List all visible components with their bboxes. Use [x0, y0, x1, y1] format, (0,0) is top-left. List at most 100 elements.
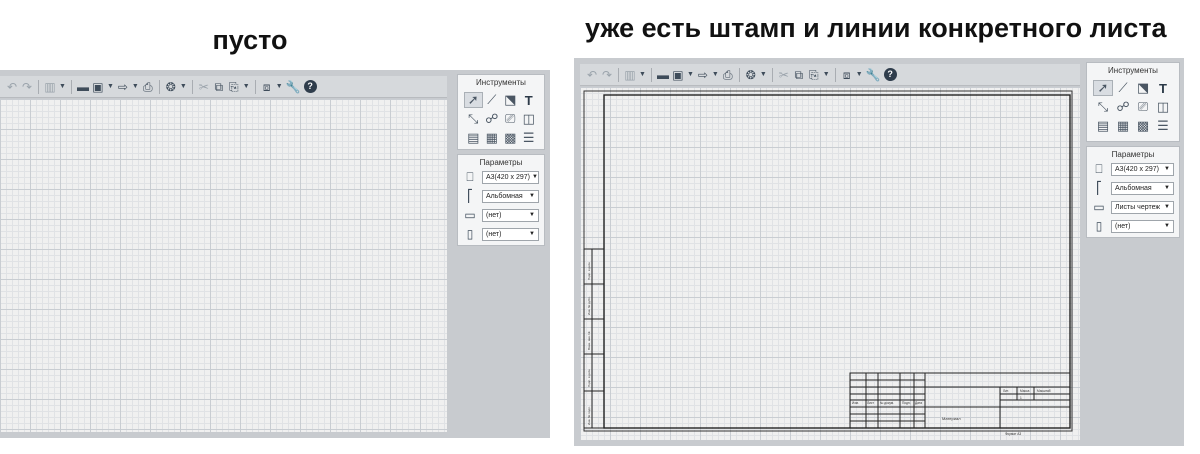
title-block-labels: Изм. Лист № докум. Подп. Дата Лит. Масса…	[852, 389, 1051, 436]
param-row: ▭ (нет) ▼	[463, 208, 539, 222]
export-icon[interactable]: ⇨	[697, 67, 709, 83]
chevron-down-icon[interactable]: ▼	[687, 67, 694, 83]
component-icon[interactable]: ⎚	[1133, 99, 1153, 115]
help-icon[interactable]: ?	[303, 80, 317, 93]
chevron-down-icon: ▼	[1164, 204, 1170, 210]
redo-icon[interactable]: ↷	[21, 79, 33, 95]
chevron-down-icon[interactable]: ▼	[823, 67, 830, 83]
component-icon[interactable]: ⎚	[501, 111, 520, 127]
drawing-canvas[interactable]	[0, 99, 447, 432]
param-select[interactable]: А3(420 x 297) ▼	[482, 170, 539, 184]
view-3d-icon[interactable]: ❂	[745, 67, 757, 83]
chevron-down-icon[interactable]: ▼	[132, 79, 139, 95]
toolbar-separator	[158, 79, 160, 94]
undo-icon[interactable]: ↶	[6, 79, 18, 95]
chevron-down-icon[interactable]: ▼	[59, 79, 66, 95]
view-3d-icon[interactable]: ❂	[165, 79, 177, 95]
chevron-down-icon[interactable]: ▼	[107, 79, 114, 95]
copy-icon[interactable]: ⧉	[793, 67, 805, 83]
shape-icon[interactable]: ⬔	[501, 92, 520, 108]
redo-icon[interactable]: ↷	[601, 67, 613, 83]
chevron-down-icon[interactable]: ▼	[243, 79, 250, 95]
stamp-format-label: Формат A3	[1005, 432, 1021, 436]
param-row: ⎕ А3(420 x 297) ▼	[463, 170, 539, 184]
open-folder-icon[interactable]: ▬	[77, 79, 89, 95]
node-icon[interactable]: ☍	[483, 111, 502, 127]
box-3d-icon[interactable]: ◫	[520, 111, 539, 127]
param-select-value: (нет)	[486, 230, 502, 238]
chevron-down-icon[interactable]: ▼	[760, 67, 767, 83]
chevron-down-icon[interactable]: ▼	[856, 67, 863, 83]
chevron-down-icon[interactable]: ▼	[180, 79, 187, 95]
param-select-value: Листы чертеж	[1115, 203, 1161, 211]
cabinet-icon[interactable]: ▤	[1093, 118, 1113, 134]
chevron-down-icon[interactable]: ▼	[712, 67, 719, 83]
book-icon: ▯	[466, 227, 474, 241]
editor-window-empty: ↶ ↷ ▥ ▼ ▬ ▣ ▼ ⇨ ▼ ⎙ ❂ ▼ ✂ ⧉ ⎘ ▼ ⧈ ▼ 🔧? Инструменты ➚ ⟋ ⬔ T ⤡ ☍ ⎚…	[0, 70, 550, 438]
chevron-down-icon[interactable]: ▼	[639, 67, 646, 83]
grid-table-icon[interactable]: ▩	[501, 130, 520, 146]
undo-icon[interactable]: ↶	[586, 67, 598, 83]
open-folder-icon[interactable]: ▬	[657, 67, 669, 83]
list-icon[interactable]: ☰	[520, 130, 539, 146]
print-icon[interactable]: ⎙	[722, 67, 734, 83]
toolbar-separator	[70, 79, 72, 94]
toolbar-separator	[650, 67, 652, 82]
copy-icon[interactable]: ⧉	[213, 79, 225, 95]
list-icon[interactable]: ☰	[1153, 118, 1173, 134]
stamp-material: Материал	[942, 416, 961, 421]
shape-icon[interactable]: ⬔	[1133, 80, 1153, 96]
cabinet-icon[interactable]: ▤	[464, 130, 483, 146]
cut-icon[interactable]: ✂	[778, 67, 790, 83]
toolbar-separator	[834, 67, 836, 82]
line-icon[interactable]: ⟋	[483, 92, 502, 108]
dimension-icon[interactable]: ⤡	[464, 111, 483, 127]
grid-table-icon[interactable]: ▩	[1133, 118, 1153, 134]
layers-icon[interactable]: ▥	[624, 67, 636, 83]
param-select[interactable]: (нет) ▼	[1111, 219, 1174, 233]
param-select-value: (нет)	[1115, 222, 1131, 230]
right-caption: уже есть штамп и линии конкретного листа	[585, 13, 1167, 43]
param-select[interactable]: Альбомная ▼	[482, 189, 539, 203]
group-icon[interactable]: ⧈	[841, 67, 853, 83]
node-icon[interactable]: ☍	[1113, 99, 1133, 115]
table-icon[interactable]: ▦	[1113, 118, 1133, 134]
paste-icon[interactable]: ⎘	[808, 67, 820, 83]
text-icon[interactable]: T	[520, 92, 539, 108]
export-icon[interactable]: ⇨	[117, 79, 129, 95]
toolbar-separator	[254, 79, 256, 94]
help-icon[interactable]: ?	[883, 68, 897, 81]
print-icon[interactable]: ⎙	[142, 79, 154, 95]
param-select[interactable]: Листы чертеж ▼	[1111, 200, 1174, 214]
drawing-canvas[interactable]: Инв. № подл. Подп. и дата Взам. инв. № И…	[580, 87, 1080, 440]
wrench-icon[interactable]: 🔧	[286, 79, 301, 95]
text-icon[interactable]: T	[1153, 80, 1173, 96]
save-icon[interactable]: ▣	[92, 79, 104, 95]
box-3d-icon[interactable]: ◫	[1153, 99, 1173, 115]
line-icon[interactable]: ⟋	[1113, 80, 1133, 96]
save-icon[interactable]: ▣	[672, 67, 684, 83]
stamp-sheet-value: 1	[1020, 396, 1022, 400]
param-select[interactable]: А3(420 x 297) ▼	[1111, 162, 1174, 176]
dimension-icon[interactable]: ⤡	[1093, 99, 1113, 115]
side-label-3: Взам. инв. №	[587, 331, 591, 350]
cut-icon[interactable]: ✂	[198, 79, 210, 95]
wrench-icon[interactable]: 🔧	[866, 67, 881, 83]
sheet-outer-border	[583, 90, 1073, 432]
stamp-sign-col: Подп.	[902, 401, 911, 405]
group-icon[interactable]: ⧈	[261, 79, 273, 95]
param-select[interactable]: Альбомная ▼	[1111, 181, 1174, 195]
param-select[interactable]: (нет) ▼	[482, 208, 539, 222]
pointer-icon[interactable]: ➚	[464, 92, 483, 108]
left-caption: пусто	[212, 25, 288, 55]
pointer-icon[interactable]: ➚	[1093, 80, 1113, 96]
params-panel-title: Параметры	[479, 158, 523, 167]
side-label-4: Инв. № дубл.	[587, 296, 591, 315]
table-icon[interactable]: ▦	[483, 130, 502, 146]
chevron-down-icon: ▼	[529, 193, 535, 199]
paste-icon[interactable]: ⎘	[228, 79, 240, 95]
side-label-5: Подп. и дата	[587, 262, 591, 280]
chevron-down-icon[interactable]: ▼	[276, 79, 283, 95]
param-select[interactable]: (нет) ▼	[482, 227, 539, 241]
layers-icon[interactable]: ▥	[44, 79, 56, 95]
